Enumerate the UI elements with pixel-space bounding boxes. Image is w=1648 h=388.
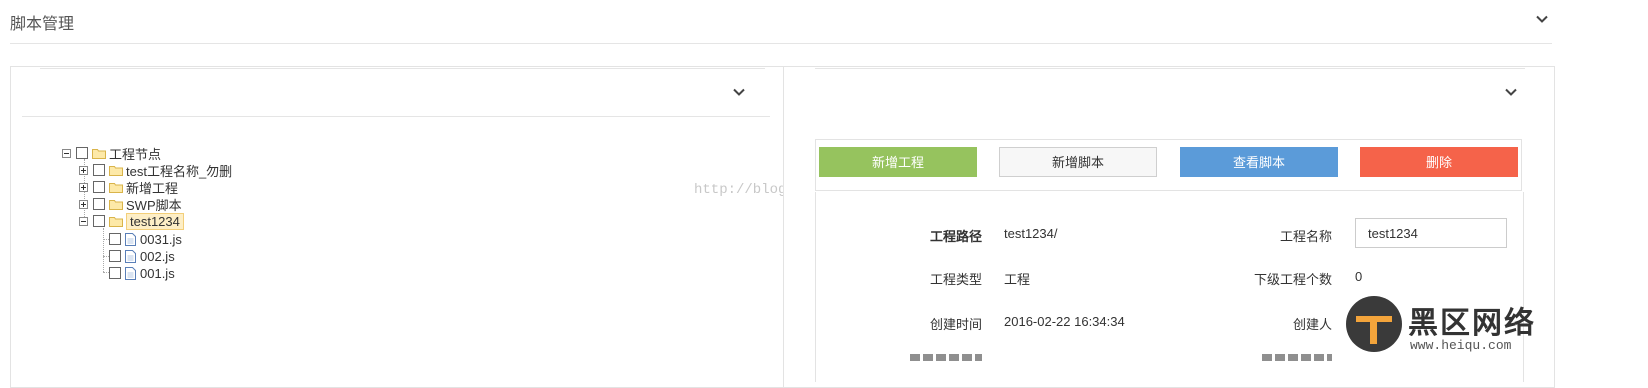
expand-toggle-icon[interactable] (79, 182, 88, 192)
sub-project-count-value: 0 (1355, 269, 1363, 284)
project-name-input[interactable] (1355, 218, 1507, 248)
collapse-toggle-icon[interactable] (62, 148, 71, 158)
next-row-label-fragment (1262, 354, 1332, 361)
expand-toggle-icon[interactable] (79, 199, 88, 209)
file-icon (125, 266, 136, 280)
tree-panel-divider (22, 116, 770, 117)
tree-file-label[interactable]: 002.js (140, 249, 175, 264)
folder-open-icon (92, 148, 106, 159)
created-time-value: 2016-02-22 16:34:34 (1004, 314, 1125, 329)
logo-text: 黑区网络 (1408, 307, 1536, 340)
project-name-label: 工程名称 (1279, 229, 1332, 244)
folder-icon (109, 199, 123, 210)
tree-file[interactable]: 002.js (109, 248, 175, 264)
view-script-button[interactable]: 查看脚本 (1180, 147, 1338, 177)
detail-panel-top-line (815, 68, 1525, 69)
tree-panel-top-line (40, 68, 765, 69)
tree-file-label[interactable]: 001.js (140, 266, 175, 281)
page-title: 脚本管理 (10, 16, 75, 33)
tree-file[interactable]: 0031.js (109, 231, 182, 247)
file-icon (125, 249, 136, 263)
chevron-down-icon[interactable] (731, 84, 747, 100)
created-time-label: 创建时间 (929, 317, 982, 332)
tree-node[interactable]: test工程名称_勿删 (79, 162, 232, 179)
project-type-label: 工程类型 (929, 272, 982, 287)
chevron-down-icon[interactable] (1503, 84, 1519, 100)
tree-node-label[interactable]: test1234 (126, 212, 184, 230)
tree-checkbox[interactable] (93, 215, 105, 227)
tree-checkbox[interactable] (109, 233, 121, 245)
tree-file-label[interactable]: 0031.js (140, 232, 182, 247)
tree-node-root[interactable]: 工程节点 (62, 145, 161, 162)
tree-node-label[interactable]: SWP脚本 (126, 195, 182, 214)
tree-checkbox[interactable] (109, 250, 121, 262)
folder-icon (109, 182, 123, 193)
collapse-toggle-icon[interactable] (79, 216, 88, 226)
expand-toggle-icon[interactable] (79, 165, 88, 175)
logo-mark-icon (1356, 316, 1392, 344)
project-path-label: 工程路径 (929, 229, 982, 244)
tree-checkbox[interactable] (93, 198, 105, 210)
tree-checkbox[interactable] (93, 164, 105, 176)
chevron-down-icon[interactable] (1534, 11, 1550, 27)
file-icon (125, 232, 136, 246)
tree-node[interactable]: 新增工程 (79, 179, 178, 196)
logo-url: www.heiqu.com (1410, 338, 1512, 353)
creator-label: 创建人 (1292, 317, 1332, 332)
tree-checkbox[interactable] (76, 147, 88, 159)
tree-node[interactable]: SWP脚本 (79, 195, 182, 214)
project-path-value: test1234/ (1004, 226, 1058, 241)
add-script-button[interactable]: 新增脚本 (999, 147, 1157, 177)
folder-icon (109, 165, 123, 176)
tree-file[interactable]: 001.js (109, 265, 175, 281)
tree-checkbox[interactable] (93, 181, 105, 193)
tree-node-selected[interactable]: test1234 (79, 212, 184, 230)
tree-connector (103, 228, 104, 272)
header-divider (10, 43, 1552, 44)
add-project-button[interactable]: 新增工程 (819, 147, 977, 177)
folder-open-icon (109, 216, 123, 227)
project-type-value: 工程 (1004, 272, 1031, 287)
sub-project-count-label: 下级工程个数 (1253, 272, 1332, 287)
delete-button[interactable]: 删除 (1360, 147, 1518, 177)
site-logo (1346, 296, 1402, 352)
tree-checkbox[interactable] (109, 267, 121, 279)
next-row-label-fragment (910, 354, 982, 361)
